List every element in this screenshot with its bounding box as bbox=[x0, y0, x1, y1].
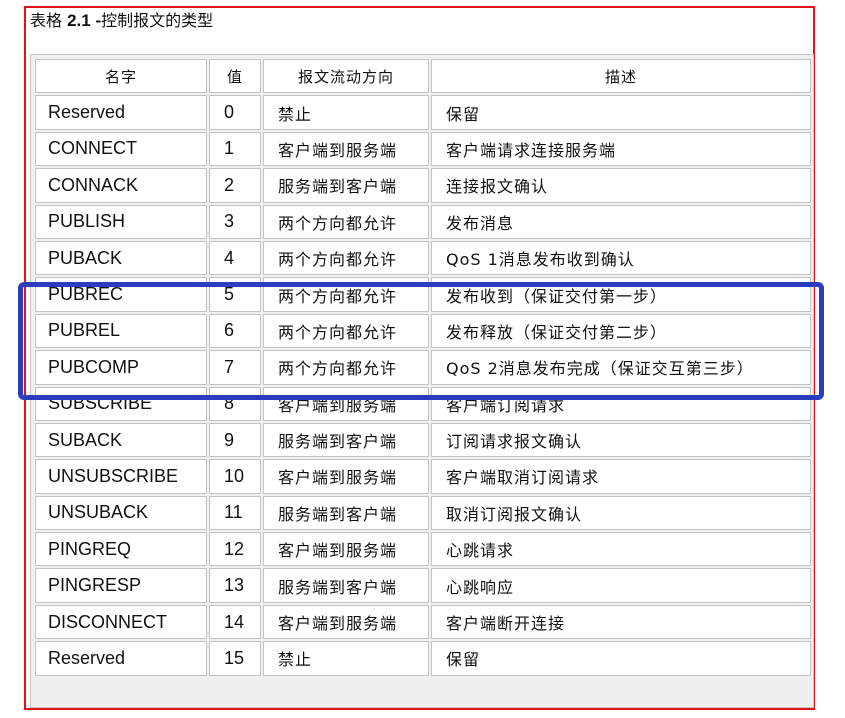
caption-number: 2.1 - bbox=[67, 11, 102, 30]
cell-direction: 两个方向都允许 bbox=[263, 240, 429, 276]
table-row: Reserved 15 禁止 保留 bbox=[35, 641, 811, 676]
table-row: SUBSCRIBE 8 客户端到服务端 客户端订阅请求 bbox=[35, 386, 811, 421]
cell-value: 3 bbox=[209, 204, 261, 239]
cell-direction: 客户端到服务端 bbox=[263, 386, 429, 421]
table-row: PUBLISH 3 两个方向都允许 发布消息 bbox=[35, 204, 811, 239]
cell-name: PUBREL bbox=[35, 313, 207, 349]
cell-direction: 禁止 bbox=[263, 641, 429, 676]
cell-name: PINGREQ bbox=[35, 532, 207, 567]
cell-description: 连接报文确认 bbox=[431, 168, 811, 203]
cell-direction: 服务端到客户端 bbox=[263, 495, 429, 531]
cell-name: DISCONNECT bbox=[35, 604, 207, 640]
header-description: 描述 bbox=[431, 59, 811, 94]
cell-description: 客户端请求连接服务端 bbox=[431, 131, 811, 167]
caption-title: 控制报文的类型 bbox=[101, 11, 214, 30]
cell-description: 心跳请求 bbox=[431, 532, 811, 567]
cell-value: 12 bbox=[209, 532, 261, 567]
cell-name: SUBACK bbox=[35, 422, 207, 458]
cell-name: PUBREC bbox=[35, 277, 207, 312]
cell-direction: 禁止 bbox=[263, 95, 429, 130]
cell-name: UNSUBACK bbox=[35, 495, 207, 531]
cell-value: 1 bbox=[209, 131, 261, 167]
caption-prefix: 表格 bbox=[30, 11, 68, 30]
cell-name: UNSUBSCRIBE bbox=[35, 459, 207, 494]
cell-name: Reserved bbox=[35, 641, 207, 676]
table-row: UNSUBSCRIBE 10 客户端到服务端 客户端取消订阅请求 bbox=[35, 459, 811, 494]
cell-value: 2 bbox=[209, 168, 261, 203]
table-container: 名字 值 报文流动方向 描述 Reserved 0 禁止 保留 CONNECT 1 客户端到… bbox=[30, 54, 814, 708]
table-body: Reserved 0 禁止 保留 CONNECT 1 客户端到服务端 客户端请求连接服务端 CO… bbox=[35, 95, 811, 676]
header-value: 值 bbox=[209, 59, 261, 94]
cell-direction: 客户端到服务端 bbox=[263, 532, 429, 567]
cell-value: 14 bbox=[209, 604, 261, 640]
cell-description: 保留 bbox=[431, 95, 811, 130]
table-row: Reserved 0 禁止 保留 bbox=[35, 95, 811, 130]
cell-description: 发布释放（保证交付第二步） bbox=[431, 313, 811, 349]
cell-name: PUBCOMP bbox=[35, 350, 207, 385]
cell-direction: 两个方向都允许 bbox=[263, 277, 429, 312]
cell-direction: 两个方向都允许 bbox=[263, 204, 429, 239]
cell-value: 10 bbox=[209, 459, 261, 494]
cell-name: CONNACK bbox=[35, 168, 207, 203]
cell-value: 7 bbox=[209, 350, 261, 385]
cell-direction: 两个方向都允许 bbox=[263, 350, 429, 385]
cell-description: QoS 1消息发布收到确认 bbox=[431, 240, 811, 276]
cell-description: 客户端订阅请求 bbox=[431, 386, 811, 421]
cell-name: SUBSCRIBE bbox=[35, 386, 207, 421]
cell-direction: 客户端到服务端 bbox=[263, 459, 429, 494]
cell-value: 13 bbox=[209, 568, 261, 603]
cell-description: 取消订阅报文确认 bbox=[431, 495, 811, 531]
table-row: PUBREL 6 两个方向都允许 发布释放（保证交付第二步） bbox=[35, 313, 811, 349]
cell-value: 15 bbox=[209, 641, 261, 676]
cell-name: CONNECT bbox=[35, 131, 207, 167]
table-row: DISCONNECT 14 客户端到服务端 客户端断开连接 bbox=[35, 604, 811, 640]
cell-value: 4 bbox=[209, 240, 261, 276]
table-row: CONNACK 2 服务端到客户端 连接报文确认 bbox=[35, 168, 811, 203]
cell-value: 0 bbox=[209, 95, 261, 130]
cell-value: 5 bbox=[209, 277, 261, 312]
cell-name: PINGRESP bbox=[35, 568, 207, 603]
table-row: PINGRESP 13 服务端到客户端 心跳响应 bbox=[35, 568, 811, 603]
table-row: PUBCOMP 7 两个方向都允许 QoS 2消息发布完成（保证交互第三步） bbox=[35, 350, 811, 385]
table-row: SUBACK 9 服务端到客户端 订阅请求报文确认 bbox=[35, 422, 811, 458]
cell-value: 6 bbox=[209, 313, 261, 349]
cell-name: PUBLISH bbox=[35, 204, 207, 239]
table-row: PINGREQ 12 客户端到服务端 心跳请求 bbox=[35, 532, 811, 567]
cell-value: 8 bbox=[209, 386, 261, 421]
table-row: UNSUBACK 11 服务端到客户端 取消订阅报文确认 bbox=[35, 495, 811, 531]
cell-direction: 服务端到客户端 bbox=[263, 568, 429, 603]
cell-value: 9 bbox=[209, 422, 261, 458]
table-caption: 表格 2.1 -控制报文的类型 bbox=[30, 10, 213, 32]
cell-description: 客户端取消订阅请求 bbox=[431, 459, 811, 494]
control-packet-types-table: 名字 值 报文流动方向 描述 Reserved 0 禁止 保留 CONNECT 1 客户端到… bbox=[33, 57, 813, 678]
cell-direction: 服务端到客户端 bbox=[263, 168, 429, 203]
cell-name: PUBACK bbox=[35, 240, 207, 276]
table-row: CONNECT 1 客户端到服务端 客户端请求连接服务端 bbox=[35, 131, 811, 167]
cell-direction: 两个方向都允许 bbox=[263, 313, 429, 349]
cell-description: 订阅请求报文确认 bbox=[431, 422, 811, 458]
table-row: PUBREC 5 两个方向都允许 发布收到（保证交付第一步） bbox=[35, 277, 811, 312]
cell-name: Reserved bbox=[35, 95, 207, 130]
table-row: PUBACK 4 两个方向都允许 QoS 1消息发布收到确认 bbox=[35, 240, 811, 276]
cell-description: QoS 2消息发布完成（保证交互第三步） bbox=[431, 350, 811, 385]
cell-value: 11 bbox=[209, 495, 261, 531]
table-header-row: 名字 值 报文流动方向 描述 bbox=[35, 59, 811, 94]
cell-description: 心跳响应 bbox=[431, 568, 811, 603]
cell-description: 客户端断开连接 bbox=[431, 604, 811, 640]
header-name: 名字 bbox=[35, 59, 207, 94]
cell-direction: 客户端到服务端 bbox=[263, 131, 429, 167]
cell-direction: 客户端到服务端 bbox=[263, 604, 429, 640]
header-direction: 报文流动方向 bbox=[263, 59, 429, 94]
cell-description: 保留 bbox=[431, 641, 811, 676]
cell-description: 发布收到（保证交付第一步） bbox=[431, 277, 811, 312]
cell-direction: 服务端到客户端 bbox=[263, 422, 429, 458]
cell-description: 发布消息 bbox=[431, 204, 811, 239]
